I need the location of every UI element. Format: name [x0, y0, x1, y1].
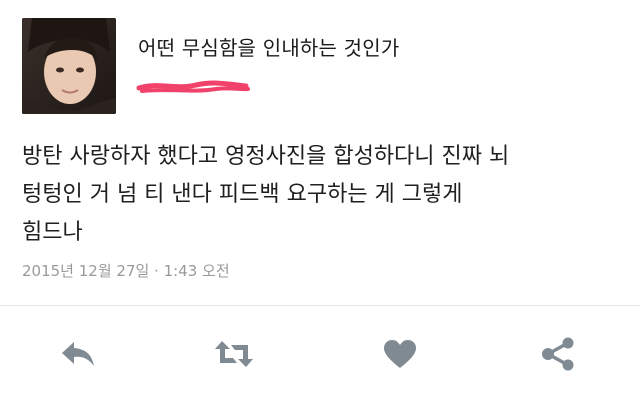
reply-icon: [62, 342, 94, 366]
avatar[interactable]: [22, 18, 116, 114]
reply-button[interactable]: [56, 334, 100, 374]
share-button[interactable]: [536, 334, 580, 374]
tweet-card: 어떤 무심함을 인내하는 것인가 방탄 사랑하자 했다고 영정사진을 합성하다니…: [0, 0, 640, 408]
like-button[interactable]: [378, 334, 422, 374]
tweet-timestamp[interactable]: 2015년 12월 27일 · 1:43 오전: [22, 260, 230, 281]
handle-redaction-scribble: [136, 76, 252, 98]
retweet-button[interactable]: [212, 334, 256, 374]
share-icon: [542, 337, 574, 371]
display-name[interactable]: 어떤 무심함을 인내하는 것인가: [138, 32, 399, 61]
retweet-icon: [215, 341, 253, 367]
avatar-photo: [22, 18, 116, 114]
tweet-text-line: 방탄 사랑하자 했다고 영정사진을 합성하다니 진짜 뇌: [22, 144, 510, 169]
tweet-text-line: 텅텅인 거 넘 티 낸다 피드백 요구하는 게 그렇게: [22, 182, 463, 207]
tweet-text: 방탄 사랑하자 했다고 영정사진을 합성하다니 진짜 뇌 텅텅인 거 넘 티 낸…: [22, 138, 622, 252]
heart-icon: [384, 340, 416, 368]
tweet-text-line: 힘드나: [22, 220, 83, 245]
tweet-actions: [0, 306, 640, 402]
